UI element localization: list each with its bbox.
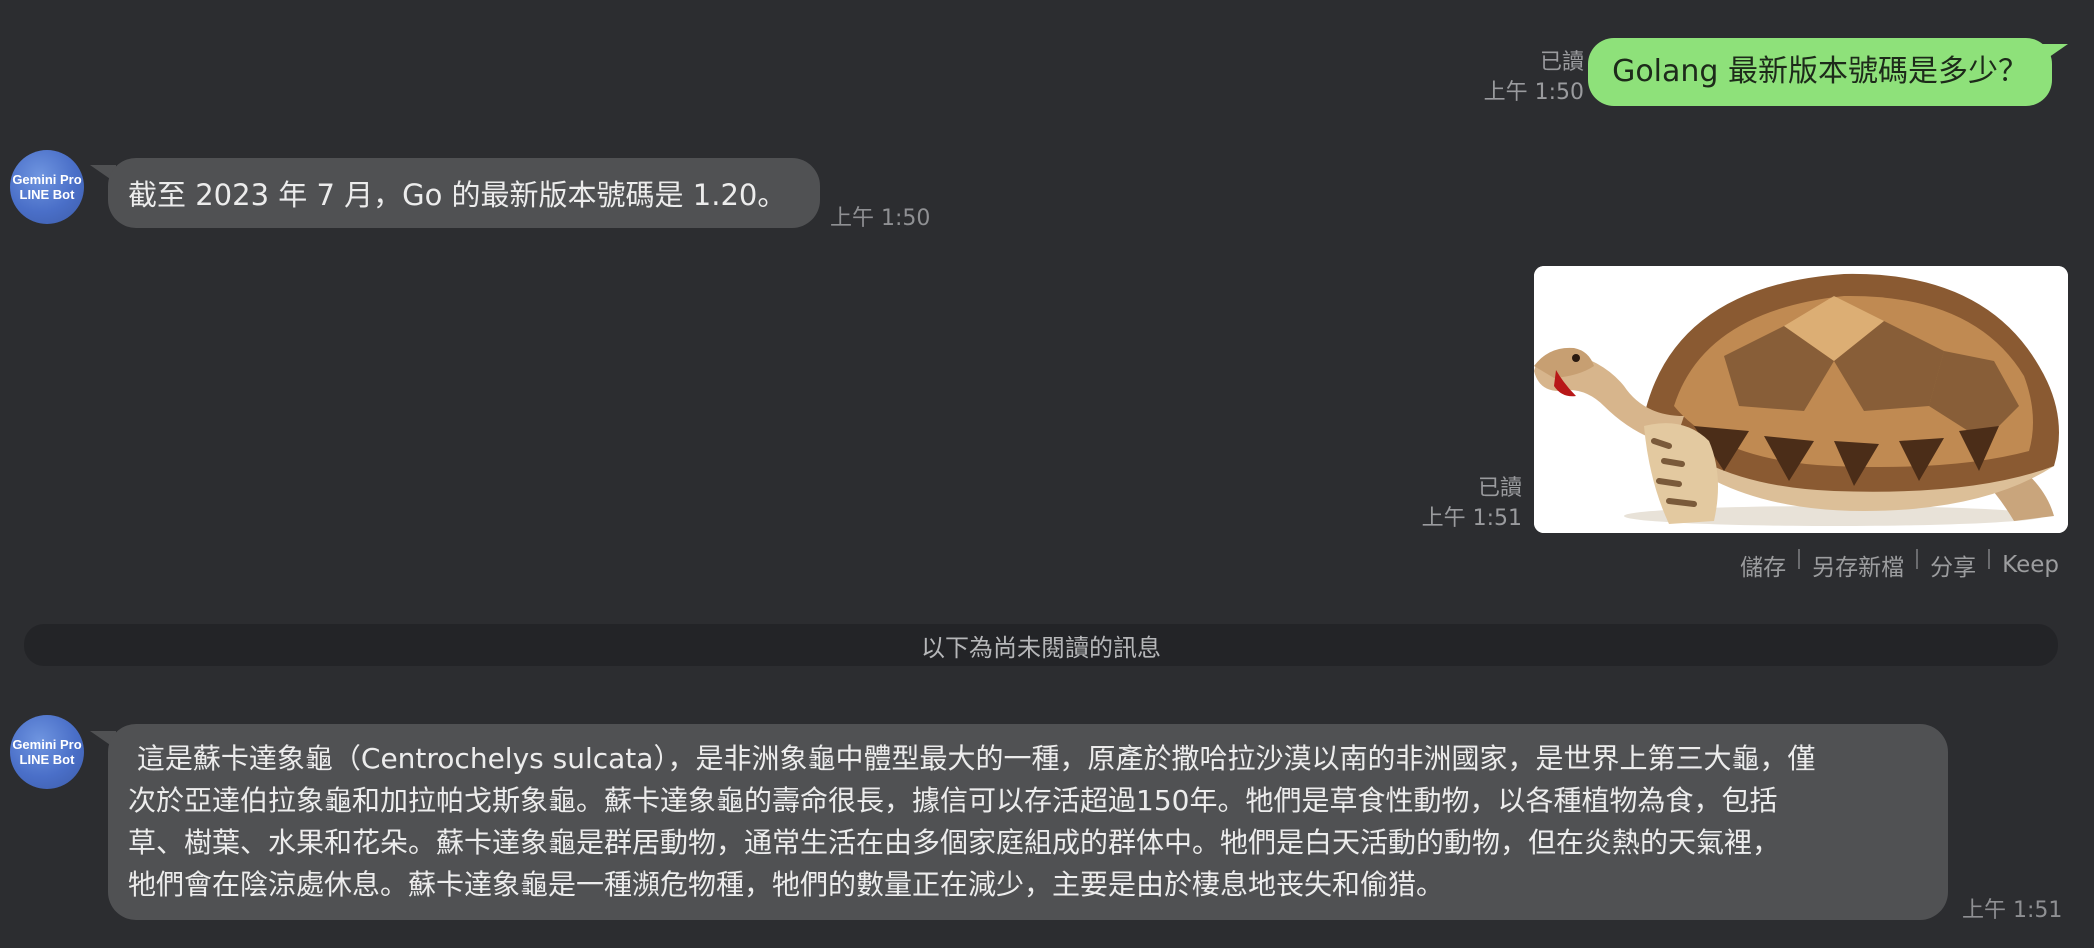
message-meta: 已讀 上午 1:51 xyxy=(1422,474,1522,534)
message-text-line: 這是蘇卡達象龜（Centrochelys sulcata），是非洲象龜中體型最大… xyxy=(128,742,1816,775)
bot-avatar[interactable]: Gemini Pro LINE Bot xyxy=(10,150,84,224)
unread-divider: 以下為尚未閱讀的訊息 xyxy=(24,624,2058,666)
divider xyxy=(1988,549,1991,569)
avatar-label-line2: LINE Bot xyxy=(19,187,75,202)
unread-divider-label: 以下為尚未閱讀的訊息 xyxy=(921,633,1161,662)
message-text: Golang 最新版本號碼是多少？ xyxy=(1612,54,2028,89)
message-text-line: 草、樹葉、水果和花朵。蘇卡達象龜是群居動物，通常生活在由多個家庭組成的群体中。牠… xyxy=(128,826,1781,859)
avatar-label-line1: Gemini Pro xyxy=(12,172,82,187)
save-button[interactable]: 儲存 xyxy=(1740,548,1786,582)
read-receipt: 已讀 xyxy=(1477,476,1522,501)
message-time: 上午 1:51 xyxy=(1962,898,2063,923)
tortoise-illustration xyxy=(1534,266,2068,533)
message-time: 上午 1:51 xyxy=(1421,506,1522,531)
incoming-message-bubble[interactable]: 這是蘇卡達象龜（Centrochelys sulcata），是非洲象龜中體型最大… xyxy=(108,724,1948,920)
tortoise-photo[interactable] xyxy=(1534,266,2068,533)
message-text-line: 牠們會在陰涼處休息。蘇卡達象龜是一種瀕危物種，牠們的數量正在減少，主要是由於棲息… xyxy=(128,868,1445,901)
message-text-line: 次於亞達伯拉象龜和加拉帕戈斯象龜。蘇卡達象龜的壽命很長，據信可以存活超過150年… xyxy=(128,784,1778,817)
divider xyxy=(1916,549,1919,569)
share-button[interactable]: 分享 xyxy=(1930,548,1976,582)
message-meta: 已讀 上午 1:50 xyxy=(1484,48,1584,108)
keep-button[interactable]: Keep xyxy=(2002,552,2059,578)
avatar-label-line1: Gemini Pro xyxy=(12,737,82,752)
outgoing-message-bubble[interactable]: Golang 最新版本號碼是多少？ xyxy=(1588,38,2052,106)
message-time: 上午 1:50 xyxy=(830,206,931,231)
message-text: 截至 2023 年 7 月，Go 的最新版本號碼是 1.20。 xyxy=(128,178,787,212)
save-as-button[interactable]: 另存新檔 xyxy=(1812,548,1904,582)
bot-avatar[interactable]: Gemini Pro LINE Bot xyxy=(10,715,84,789)
avatar-label-line2: LINE Bot xyxy=(19,752,75,767)
image-actions: 儲存 另存新檔 分享 Keep xyxy=(1740,548,2059,582)
divider xyxy=(1798,549,1801,569)
incoming-message-bubble[interactable]: 截至 2023 年 7 月，Go 的最新版本號碼是 1.20。 xyxy=(108,158,821,228)
message-time: 上午 1:50 xyxy=(1483,80,1584,105)
read-receipt: 已讀 xyxy=(1539,50,1584,75)
